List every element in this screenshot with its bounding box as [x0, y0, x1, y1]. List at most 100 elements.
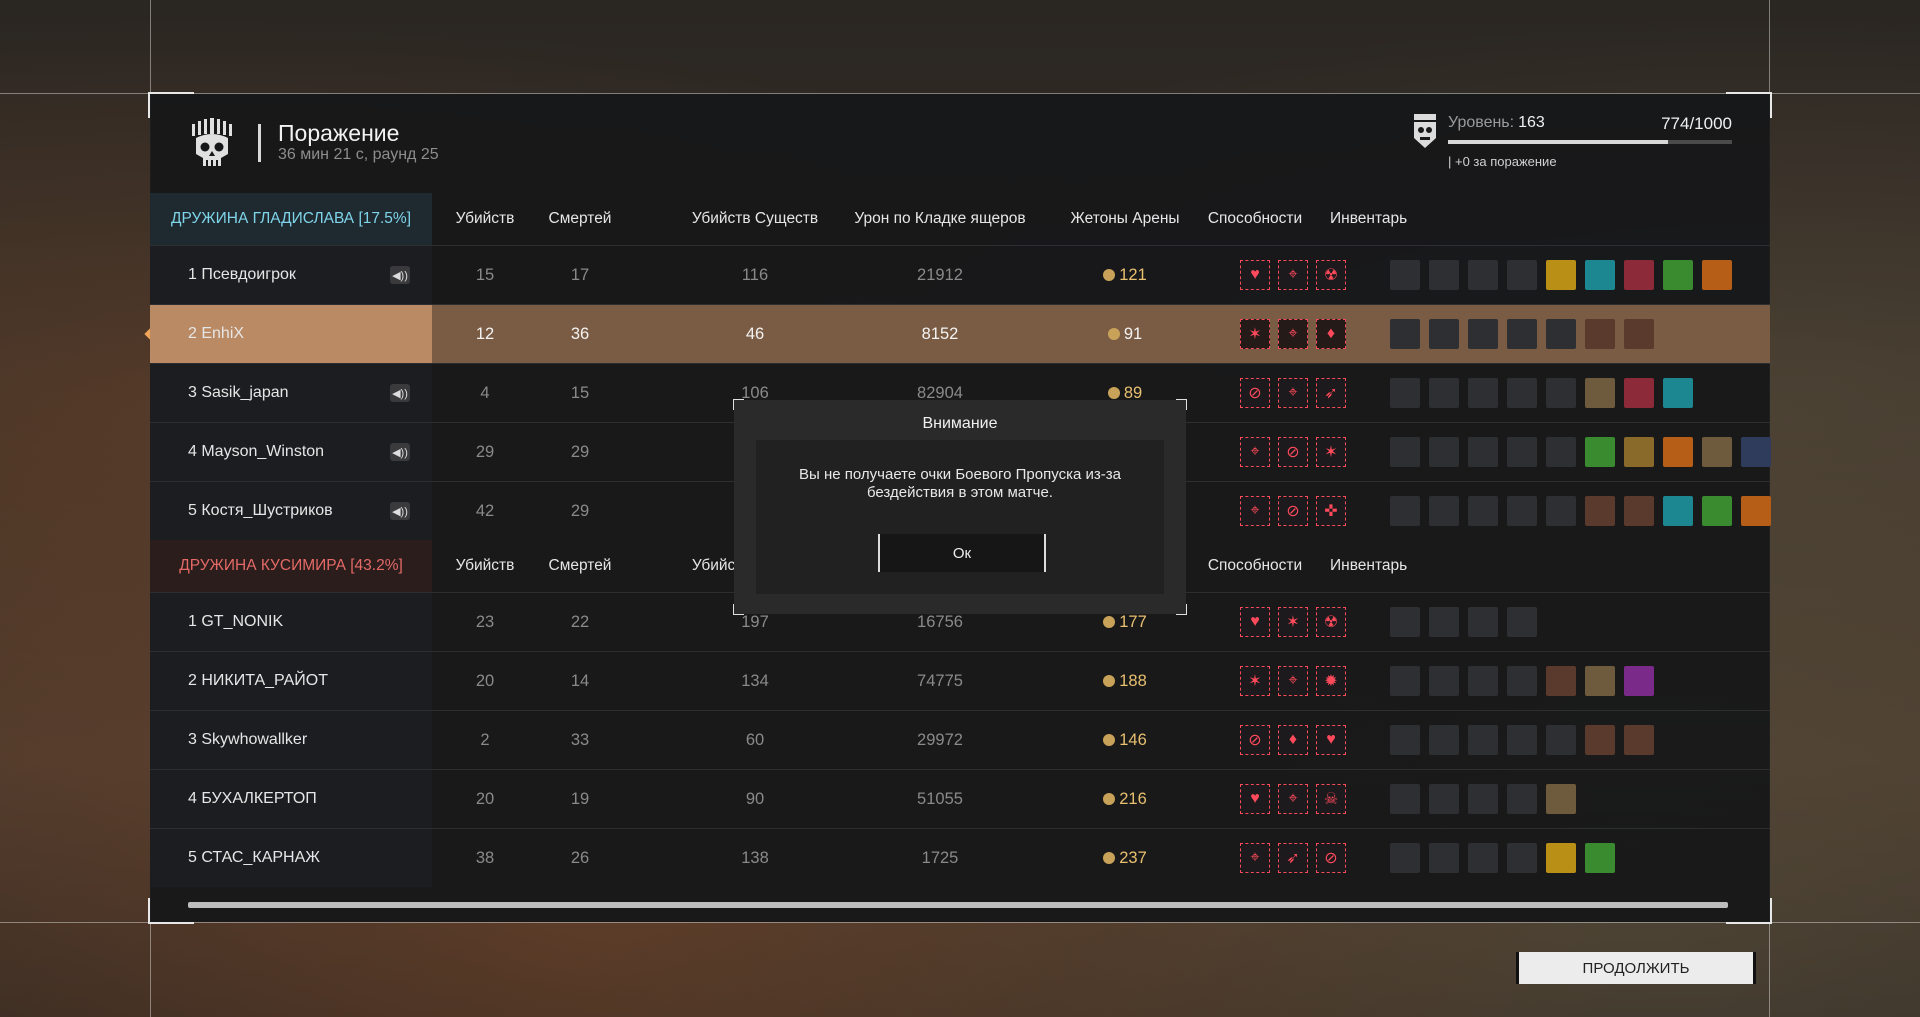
mute-voice-icon[interactable]: ◀)) — [390, 266, 410, 284]
ability-heart-plus-icon[interactable]: ♥ — [1316, 725, 1346, 755]
inventory-item-icon[interactable] — [1390, 607, 1420, 637]
ability-crosshair-icon[interactable]: ⌖ — [1240, 496, 1270, 526]
inventory-item-icon[interactable] — [1429, 319, 1459, 349]
inventory-item-icon[interactable] — [1546, 666, 1576, 696]
inventory-item-icon[interactable] — [1546, 843, 1576, 873]
inventory-item-icon[interactable] — [1585, 496, 1615, 526]
inventory-item-icon[interactable] — [1546, 437, 1576, 467]
inventory-item-icon[interactable] — [1546, 725, 1576, 755]
inventory-item-icon[interactable] — [1468, 607, 1498, 637]
horizontal-scrollbar[interactable] — [188, 902, 1728, 908]
ability-crosshair-icon[interactable]: ⌖ — [1240, 843, 1270, 873]
ability-crosshair-icon[interactable]: ⌖ — [1278, 378, 1308, 408]
inventory-item-icon[interactable] — [1468, 666, 1498, 696]
inventory-item-icon[interactable] — [1741, 496, 1771, 526]
inventory-item-icon[interactable] — [1429, 496, 1459, 526]
inventory-item-icon[interactable] — [1585, 319, 1615, 349]
inventory-item-icon[interactable] — [1390, 260, 1420, 290]
inventory-item-icon[interactable] — [1624, 319, 1654, 349]
inventory-item-icon[interactable] — [1507, 437, 1537, 467]
ability-no-sign-icon[interactable]: ⊘ — [1278, 496, 1308, 526]
ability-crosshair-icon[interactable]: ⌖ — [1278, 260, 1308, 290]
player-row[interactable]: 3 Skywhowallker 2 33 60 29972 146 ⊘ ♦ ♥ — [150, 710, 1770, 769]
inventory-item-icon[interactable] — [1429, 607, 1459, 637]
inventory-item-icon[interactable] — [1390, 666, 1420, 696]
inventory-item-icon[interactable] — [1390, 725, 1420, 755]
inventory-item-icon[interactable] — [1429, 666, 1459, 696]
ability-no-sign-icon[interactable]: ⊘ — [1240, 725, 1270, 755]
ability-wings-icon[interactable]: ✶ — [1316, 437, 1346, 467]
inventory-item-icon[interactable] — [1429, 437, 1459, 467]
inventory-item-icon[interactable] — [1390, 319, 1420, 349]
inventory-item-icon[interactable] — [1468, 437, 1498, 467]
inventory-item-icon[interactable] — [1663, 496, 1693, 526]
ability-wings-icon[interactable]: ✶ — [1240, 319, 1270, 349]
player-row[interactable]: 1 Псевдоигрок ◀)) 15 17 116 21912 121 ♥ ⌖ ☢ — [150, 245, 1770, 304]
inventory-item-icon[interactable] — [1468, 378, 1498, 408]
mute-voice-icon[interactable]: ◀)) — [390, 502, 410, 520]
inventory-item-icon[interactable] — [1468, 319, 1498, 349]
inventory-item-icon[interactable] — [1429, 725, 1459, 755]
inventory-item-icon[interactable] — [1468, 784, 1498, 814]
inventory-item-icon[interactable] — [1468, 725, 1498, 755]
ability-sprint-icon[interactable]: ➶ — [1316, 378, 1346, 408]
player-row[interactable]: 2 НИКИТА_РАЙОТ 20 14 134 74775 188 ✶ ⌖ ✹ — [150, 651, 1770, 710]
ok-button[interactable]: Ок — [878, 534, 1046, 572]
inventory-item-icon[interactable] — [1741, 437, 1771, 467]
ability-heart-plus-icon[interactable]: ♥ — [1240, 784, 1270, 814]
player-row[interactable]: 5 СТАС_КАРНАЖ 38 26 138 1725 237 ⌖ ➶ ⊘ — [150, 828, 1770, 887]
mute-voice-icon[interactable]: ◀)) — [390, 443, 410, 461]
inventory-item-icon[interactable] — [1585, 378, 1615, 408]
inventory-item-icon[interactable] — [1429, 260, 1459, 290]
ability-crosshair-icon[interactable]: ⌖ — [1278, 319, 1308, 349]
inventory-item-icon[interactable] — [1624, 378, 1654, 408]
ability-shield-heart-icon[interactable]: ♥ — [1240, 607, 1270, 637]
inventory-item-icon[interactable] — [1585, 725, 1615, 755]
inventory-item-icon[interactable] — [1507, 725, 1537, 755]
ability-crosshair-icon[interactable]: ⌖ — [1278, 666, 1308, 696]
inventory-item-icon[interactable] — [1429, 843, 1459, 873]
inventory-item-icon[interactable] — [1546, 784, 1576, 814]
inventory-item-icon[interactable] — [1468, 843, 1498, 873]
player-row[interactable]: 4 БУХАЛКЕРТОП 20 19 90 51055 216 ♥ ⌖ ☠ — [150, 769, 1770, 828]
inventory-item-icon[interactable] — [1585, 437, 1615, 467]
ability-no-sign-icon[interactable]: ⊘ — [1316, 843, 1346, 873]
inventory-item-icon[interactable] — [1624, 260, 1654, 290]
ability-shield-heart-icon[interactable]: ♥ — [1240, 260, 1270, 290]
inventory-item-icon[interactable] — [1546, 378, 1576, 408]
ability-no-sign-icon[interactable]: ⊘ — [1240, 378, 1270, 408]
inventory-item-icon[interactable] — [1546, 496, 1576, 526]
mute-voice-icon[interactable]: ◀)) — [390, 384, 410, 402]
inventory-item-icon[interactable] — [1390, 496, 1420, 526]
inventory-item-icon[interactable] — [1624, 725, 1654, 755]
inventory-item-icon[interactable] — [1624, 666, 1654, 696]
ability-no-sign-icon[interactable]: ⊘ — [1278, 437, 1308, 467]
inventory-item-icon[interactable] — [1507, 496, 1537, 526]
ability-wings-icon[interactable]: ✶ — [1240, 666, 1270, 696]
inventory-item-icon[interactable] — [1507, 784, 1537, 814]
inventory-item-icon[interactable] — [1390, 784, 1420, 814]
ability-skull-bug-icon[interactable]: ✹ — [1316, 666, 1346, 696]
inventory-item-icon[interactable] — [1468, 496, 1498, 526]
inventory-item-icon[interactable] — [1663, 437, 1693, 467]
ability-blood-plus-icon[interactable]: ♦ — [1316, 319, 1346, 349]
inventory-item-icon[interactable] — [1507, 843, 1537, 873]
inventory-item-icon[interactable] — [1624, 496, 1654, 526]
inventory-item-icon[interactable] — [1507, 666, 1537, 696]
ability-blood-plus-icon[interactable]: ♦ — [1278, 725, 1308, 755]
inventory-item-icon[interactable] — [1390, 437, 1420, 467]
inventory-item-icon[interactable] — [1702, 496, 1732, 526]
continue-button[interactable]: ПРОДОЛЖИТЬ — [1516, 952, 1756, 984]
inventory-item-icon[interactable] — [1507, 607, 1537, 637]
ability-crosshair-icon[interactable]: ⌖ — [1278, 784, 1308, 814]
player-row[interactable]: 2 EnhiX 12 36 46 8152 91 ✶ ⌖ ♦ — [144, 304, 1770, 363]
inventory-item-icon[interactable] — [1546, 319, 1576, 349]
ability-wings-icon[interactable]: ✶ — [1278, 607, 1308, 637]
ability-sprint-icon[interactable]: ➶ — [1278, 843, 1308, 873]
inventory-item-icon[interactable] — [1585, 843, 1615, 873]
inventory-item-icon[interactable] — [1429, 784, 1459, 814]
inventory-item-icon[interactable] — [1663, 378, 1693, 408]
inventory-item-icon[interactable] — [1624, 437, 1654, 467]
inventory-item-icon[interactable] — [1546, 260, 1576, 290]
inventory-item-icon[interactable] — [1585, 260, 1615, 290]
